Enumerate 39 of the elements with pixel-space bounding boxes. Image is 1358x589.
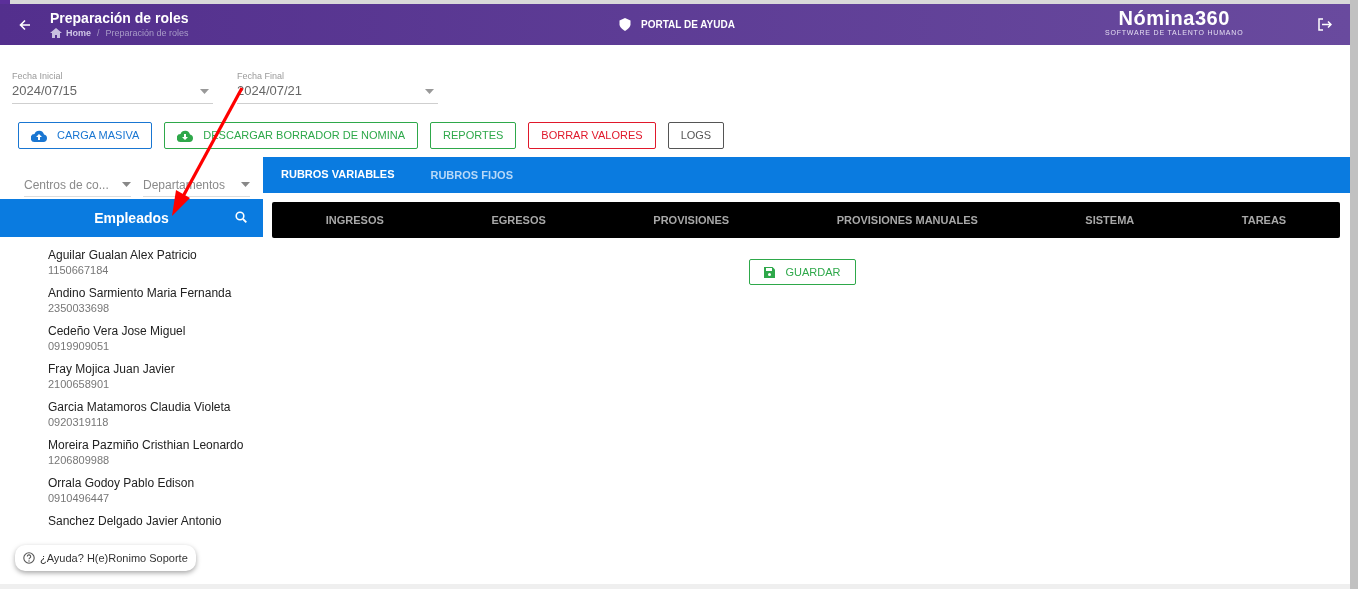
action-button[interactable]: BORRAR VALORES [528,122,656,149]
action-button[interactable]: LOGS [667,122,725,149]
subtab[interactable]: PROVISIONES MANUALES [836,211,978,229]
subtab[interactable]: PROVISIONES [653,211,730,229]
employee-item[interactable]: Fray Mojica Juan Javier 2100658901 [48,362,263,392]
employee-item[interactable]: Andino Sarmiento Maria Fernanda 2350033698 [48,286,263,316]
help-chip[interactable]: ¿Ayuda? H(e)Ronimo Soporte [15,545,196,571]
employee-item[interactable]: Aguilar Gualan Alex Patricio 1150667184 [48,248,263,278]
cloud-download-icon [177,129,194,142]
subtab[interactable]: INGRESOS [325,211,384,229]
page-title: Preparación de roles [50,10,189,27]
back-arrow-icon[interactable] [19,18,31,31]
date-field[interactable]: Fecha Inicial 2024/07/15 [12,70,213,104]
employee-item[interactable]: Cedeño Vera Jose Miguel 0919909051 [48,324,263,354]
search-icon[interactable] [235,211,247,223]
scrollbar[interactable] [1350,0,1358,589]
dropdown-caret-icon [425,88,434,94]
employees-title: Empleados [94,208,169,228]
subtab[interactable]: EGRESOS [491,211,546,229]
horizontal-scrollbar[interactable] [0,584,1350,589]
employee-item[interactable]: Moreira Pazmiño Cristhian Leonardo 1206809988 [48,438,263,468]
action-button[interactable]: CARGA MASIVA [18,122,153,149]
home-icon [50,28,62,38]
filter-dropdown[interactable]: Centros de co... [24,173,131,197]
breadcrumb-current: Preparación de roles [105,27,189,39]
dropdown-caret-icon [241,182,250,187]
dropdown-caret-icon [122,182,131,187]
logout-icon[interactable] [1318,18,1332,31]
dropdown-caret-icon [200,88,209,94]
breadcrumb-separator: / [97,27,100,39]
cloud-upload-icon [31,129,47,142]
employee-item[interactable]: Orrala Godoy Pablo Edison 0910496447 [48,476,263,506]
employee-item[interactable]: Sanchez Delgado Javier Antonio [48,514,263,529]
employee-item[interactable]: Garcia Matamoros Claudia Violeta 0920319118 [48,400,263,430]
breadcrumb-link[interactable]: Home [66,27,91,39]
help-portal-link[interactable]: PORTAL DE AYUDA [619,17,735,32]
question-icon [23,552,35,564]
subtab[interactable]: TAREAS [1241,211,1287,229]
subtab[interactable]: SISTEMA [1085,211,1135,229]
